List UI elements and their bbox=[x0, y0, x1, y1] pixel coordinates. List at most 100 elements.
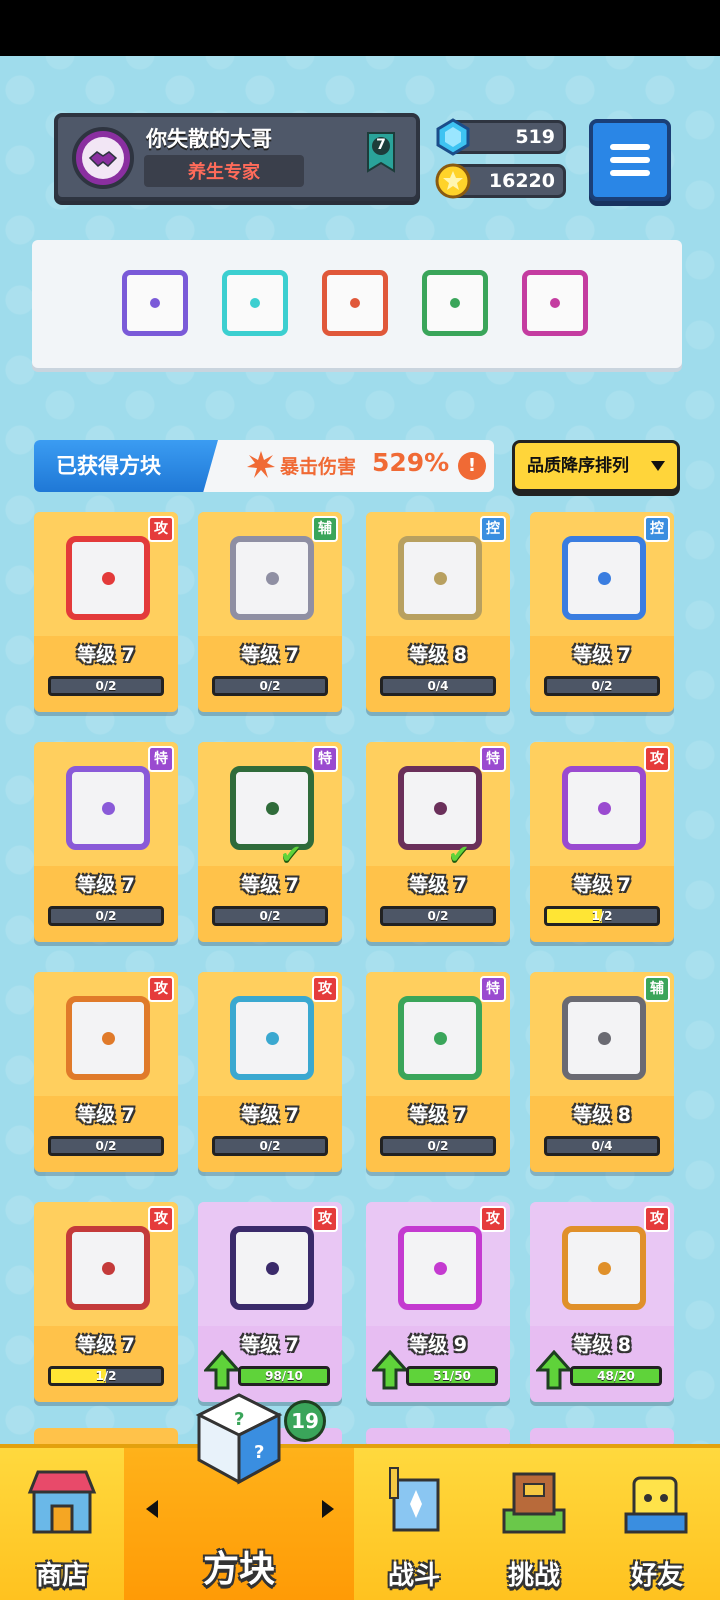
equipped-slot-4[interactable] bbox=[422, 270, 488, 336]
dice-card[interactable]: 特 ✔ 等级 7 0/2 bbox=[198, 742, 342, 942]
dice-type-tag: 特 bbox=[148, 746, 174, 772]
equipped-slot-2[interactable] bbox=[222, 270, 288, 336]
dice-level: 等级 8 bbox=[573, 1104, 631, 1126]
dice-card[interactable]: 攻等级 7 1/2 bbox=[530, 742, 674, 942]
dice-icon bbox=[562, 1226, 646, 1310]
equipped-check-icon: ✔ bbox=[448, 840, 470, 870]
dice-pip bbox=[434, 572, 447, 585]
nav-battle[interactable]: 战斗 bbox=[354, 1448, 474, 1600]
dice-pip bbox=[102, 572, 115, 585]
dice-count-badge: 19 bbox=[284, 1400, 326, 1442]
dice-pip bbox=[434, 802, 447, 815]
dice-progress-bar: 0/2 bbox=[544, 676, 660, 696]
info-icon[interactable]: ! bbox=[458, 452, 486, 480]
dice-icon bbox=[66, 1226, 150, 1310]
dice-progress-bar: 0/2 bbox=[380, 1136, 496, 1156]
menu-button[interactable] bbox=[589, 119, 671, 201]
dice-progress-bar: 0/2 bbox=[48, 906, 164, 926]
equipped-check-icon: ✔ bbox=[280, 840, 302, 870]
equipped-slot-1[interactable] bbox=[122, 270, 188, 336]
dice-card[interactable]: 攻等级 9 51/50 bbox=[366, 1202, 510, 1402]
dice-progress-bar: 51/50 bbox=[406, 1366, 498, 1386]
dice-type-tag: 特 bbox=[480, 976, 506, 1002]
equipped-slot-3[interactable] bbox=[322, 270, 388, 336]
dice-progress-text: 0/2 bbox=[259, 909, 281, 923]
battle-icon bbox=[389, 1467, 440, 1532]
dice-progress-bar: 0/2 bbox=[212, 676, 328, 696]
dice-progress-text: 1/2 bbox=[591, 909, 613, 923]
dice-card[interactable]: 攻等级 8 48/20 bbox=[530, 1202, 674, 1402]
dice-type-tag: 特 bbox=[480, 746, 506, 772]
dice-level: 等级 7 bbox=[241, 644, 299, 666]
player-profile[interactable]: 你失散的大哥 养生专家 7 bbox=[54, 113, 420, 201]
level-ribbon-icon: 7 bbox=[364, 131, 398, 181]
dice-card[interactable]: 攻等级 7 1/2 bbox=[34, 1202, 178, 1402]
dice-type-tag: 攻 bbox=[644, 1206, 670, 1232]
dice-card[interactable]: 控等级 7 0/2 bbox=[530, 512, 674, 712]
dice-type-tag: 攻 bbox=[312, 1206, 338, 1232]
dice-card[interactable]: 控等级 8 0/4 bbox=[366, 512, 510, 712]
dice-progress-text: 51/50 bbox=[433, 1369, 471, 1383]
dice-type-tag: 攻 bbox=[644, 746, 670, 772]
player-name: 你失散的大哥 bbox=[146, 127, 272, 151]
dice-progress-text: 0/2 bbox=[259, 679, 281, 693]
dice-type-tag: 攻 bbox=[480, 1206, 506, 1232]
dice-progress-text: 0/2 bbox=[259, 1139, 281, 1153]
nav-friends[interactable]: 好友 bbox=[594, 1448, 720, 1600]
dice-progress-bar: 0/2 bbox=[48, 676, 164, 696]
dice-progress-text: 0/2 bbox=[427, 1139, 449, 1153]
sort-dropdown[interactable]: 品质降序排列 bbox=[512, 440, 680, 492]
nav-prev-arrow-icon[interactable] bbox=[146, 1500, 158, 1518]
equipped-slot-5[interactable] bbox=[522, 270, 588, 336]
dice-progress-bar: 1/2 bbox=[48, 1366, 164, 1386]
dice-progress-text: 0/2 bbox=[591, 679, 613, 693]
dice-card[interactable]: 辅等级 7 0/2 bbox=[198, 512, 342, 712]
dice-card[interactable]: 特 ✔ 等级 7 0/2 bbox=[366, 742, 510, 942]
upgrade-arrow-icon[interactable] bbox=[204, 1350, 240, 1390]
equipped-dice-pip bbox=[150, 298, 160, 308]
dice-icon bbox=[230, 996, 314, 1080]
dice-type-tag: 攻 bbox=[148, 516, 174, 542]
crit-damage-label: 暴击伤害 bbox=[280, 456, 357, 478]
dice-icon bbox=[562, 766, 646, 850]
dice-card[interactable]: 攻等级 7 0/2 bbox=[198, 972, 342, 1172]
nav-next-arrow-icon[interactable] bbox=[322, 1500, 334, 1518]
dice-type-tag: 攻 bbox=[312, 976, 338, 1002]
upgrade-arrow-icon[interactable] bbox=[372, 1350, 408, 1390]
player-title: 养生专家 bbox=[144, 155, 304, 187]
avatar[interactable] bbox=[72, 127, 134, 189]
dice-level: 等级 7 bbox=[77, 1334, 135, 1356]
dice-card[interactable]: 特等级 7 0/2 bbox=[366, 972, 510, 1172]
dice-progress-text: 98/10 bbox=[265, 1369, 303, 1383]
dice-pip bbox=[598, 802, 611, 815]
nav-friends-label: 好友 bbox=[630, 1561, 683, 1591]
dice-progress-bar: 0/2 bbox=[380, 906, 496, 926]
dice-card[interactable]: 攻等级 7 98/10 bbox=[198, 1202, 342, 1402]
dice-level: 等级 7 bbox=[409, 1104, 467, 1126]
nav-dice[interactable]: ? ? 方块 bbox=[124, 1393, 354, 1600]
nav-challenge[interactable]: 挑战 bbox=[474, 1448, 594, 1600]
dice-progress-bar: 0/4 bbox=[380, 676, 496, 696]
dice-progress-bar: 0/4 bbox=[544, 1136, 660, 1156]
svg-text:?: ? bbox=[234, 1409, 244, 1430]
dice-icon bbox=[66, 766, 150, 850]
dice-pip bbox=[434, 1032, 447, 1045]
dice-card[interactable]: 攻等级 7 0/2 bbox=[34, 972, 178, 1172]
dice-icon bbox=[398, 1226, 482, 1310]
dice-pip bbox=[102, 1262, 115, 1275]
dice-icon bbox=[66, 996, 150, 1080]
crit-damage-value: 529% bbox=[372, 448, 450, 477]
dice-progress-bar: 0/2 bbox=[212, 906, 328, 926]
dice-progress-text: 0/2 bbox=[95, 1139, 117, 1153]
nav-shop[interactable]: 商店 bbox=[0, 1448, 124, 1600]
handshake-icon bbox=[82, 137, 124, 179]
dice-progress-text: 0/2 bbox=[427, 909, 449, 923]
dice-pip bbox=[102, 1032, 115, 1045]
dice-pip bbox=[598, 572, 611, 585]
dice-card[interactable]: 特等级 7 0/2 bbox=[34, 742, 178, 942]
upgrade-arrow-icon[interactable] bbox=[536, 1350, 572, 1390]
dice-card[interactable]: 辅等级 8 0/4 bbox=[530, 972, 674, 1172]
dice-pip bbox=[102, 802, 115, 815]
dice-progress-text: 0/4 bbox=[427, 679, 449, 693]
dice-card[interactable]: 攻等级 7 0/2 bbox=[34, 512, 178, 712]
